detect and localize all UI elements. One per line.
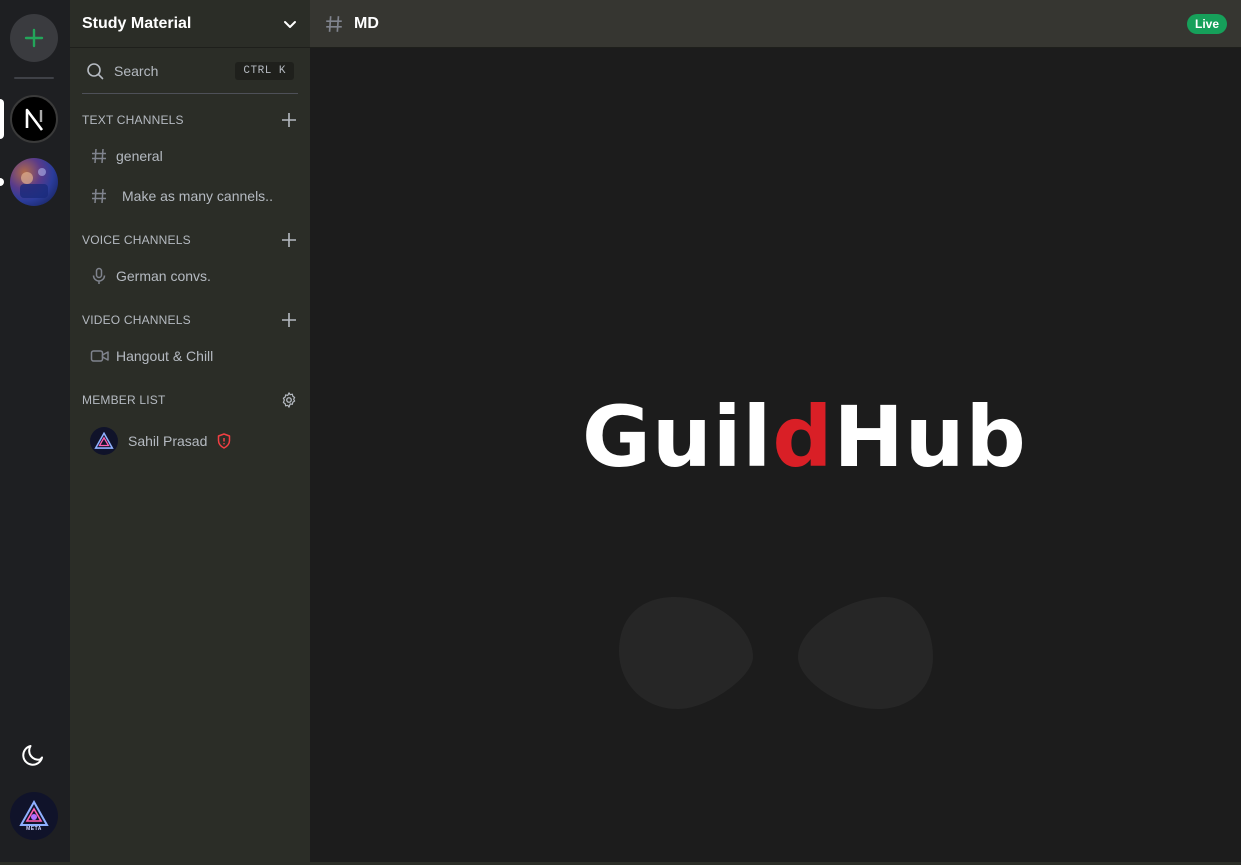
channel-name: German convs. <box>116 268 211 284</box>
server-icon-photo[interactable] <box>10 158 58 206</box>
server-rail: META <box>0 0 70 865</box>
add-voice-channel-button[interactable] <box>280 231 298 249</box>
text-channels-header: TEXT CHANNELS <box>82 110 298 130</box>
plus-icon <box>282 313 296 327</box>
channel-general[interactable]: general <box>88 141 292 171</box>
theme-toggle-button[interactable] <box>20 740 48 768</box>
logo-part-1: Guil <box>582 388 773 486</box>
plus-icon <box>24 28 44 48</box>
photo-avatar-icon <box>20 168 48 198</box>
video-channels-title: VIDEO CHANNELS <box>82 313 191 327</box>
channel-make-as-many[interactable]: Make as many cannels.. <box>88 181 292 211</box>
add-text-channel-button[interactable] <box>280 111 298 129</box>
active-server-indicator <box>0 99 4 139</box>
moon-icon <box>22 745 43 766</box>
channel-hangout-chill[interactable]: Hangout & Chill <box>88 341 292 371</box>
plus-icon <box>282 233 296 247</box>
voice-channels-header: VOICE CHANNELS <box>82 230 298 250</box>
app-window: META Study Material Search CTRL K TEXT C… <box>0 0 1241 865</box>
member-list-header: MEMBER LIST <box>82 390 298 410</box>
nextjs-logo-icon <box>15 100 53 138</box>
logo-part-3: Hub <box>833 388 1027 486</box>
hash-icon <box>326 15 342 32</box>
search-shortcut: CTRL K <box>235 62 294 80</box>
add-video-channel-button[interactable] <box>280 311 298 329</box>
channel-title: MD <box>354 14 379 32</box>
member-name: Sahil Prasad <box>128 433 208 449</box>
add-server-button[interactable] <box>10 14 58 62</box>
search-divider <box>82 93 298 94</box>
search-label: Search <box>114 63 159 79</box>
rail-divider <box>14 77 54 79</box>
live-status-badge: Live <box>1186 13 1227 34</box>
server-name: Study Material <box>82 14 192 32</box>
video-channels-header: VIDEO CHANNELS <box>82 310 298 330</box>
chevron-down-icon <box>284 20 296 28</box>
gear-icon <box>282 392 296 408</box>
video-camera-icon <box>90 350 109 362</box>
search-icon <box>87 63 104 80</box>
hash-icon <box>92 148 106 164</box>
voice-channels-title: VOICE CHANNELS <box>82 233 191 247</box>
shield-alert-icon <box>218 433 231 449</box>
unread-server-indicator <box>0 178 4 186</box>
search-button[interactable]: Search CTRL K <box>82 56 298 86</box>
user-avatar-text: META <box>26 826 42 832</box>
channel-name: Hangout & Chill <box>116 348 214 364</box>
manage-members-button[interactable] <box>280 391 298 409</box>
main-content: GuildHub <box>310 48 1241 862</box>
guildhub-logo: GuildHub <box>582 388 1027 486</box>
text-channels-title: TEXT CHANNELS <box>82 113 184 127</box>
channel-name: Make as many cannels.. <box>122 188 273 204</box>
meta-logo-icon <box>19 800 49 826</box>
user-avatar[interactable]: META <box>10 792 58 840</box>
channel-topbar: MD Live <box>310 0 1241 48</box>
logo-part-2: d <box>772 388 834 486</box>
server-icon-next[interactable] <box>10 95 58 143</box>
decorative-blobs-icon <box>619 597 933 709</box>
channel-name: general <box>116 148 163 164</box>
member-avatar <box>90 427 118 455</box>
channel-sidebar: Study Material Search CTRL K TEXT CHANNE… <box>70 0 310 862</box>
microphone-icon <box>92 267 106 284</box>
hash-icon <box>92 188 106 204</box>
plus-icon <box>282 113 296 127</box>
meta-logo-icon <box>94 432 114 449</box>
member-sahil-prasad[interactable]: Sahil Prasad <box>90 426 290 456</box>
server-header-dropdown[interactable]: Study Material <box>70 0 310 48</box>
member-list-title: MEMBER LIST <box>82 393 166 407</box>
channel-german-convs[interactable]: German convs. <box>88 261 292 291</box>
